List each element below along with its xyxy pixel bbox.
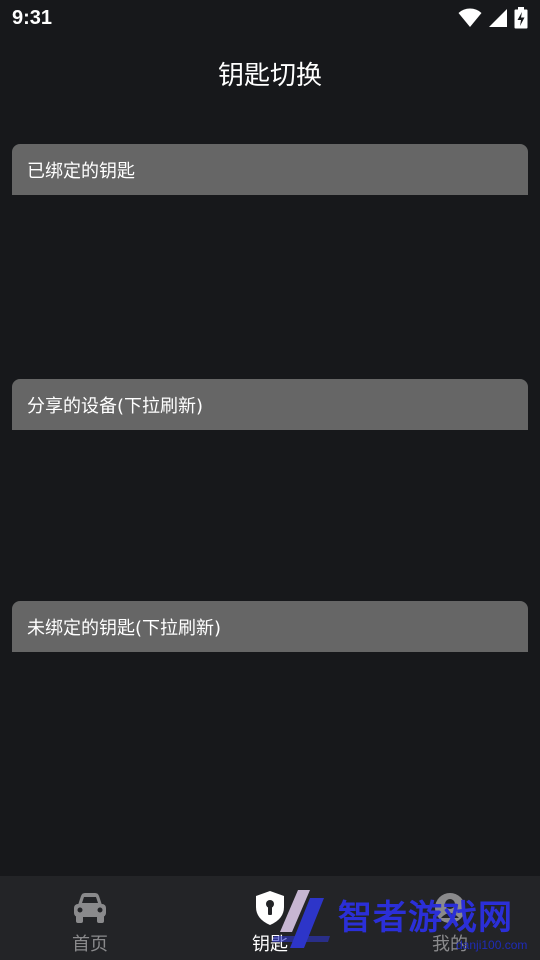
section-header-shared-devices: 分享的设备(下拉刷新) <box>12 379 528 430</box>
section-header-unbound-keys: 未绑定的钥匙(下拉刷新) <box>12 601 528 652</box>
key-shield-icon <box>250 888 290 928</box>
profile-icon <box>430 888 470 928</box>
nav-label-keys: 钥匙 <box>252 934 288 955</box>
signal-icon <box>488 8 508 28</box>
nav-label-profile: 我的 <box>432 934 468 955</box>
nav-label-home: 首页 <box>72 934 108 955</box>
status-time: 9:31 <box>12 6 53 29</box>
wifi-icon <box>458 8 482 28</box>
section-header-bound-keys: 已绑定的钥匙 <box>12 144 528 195</box>
battery-charging-icon <box>514 7 528 29</box>
page-title: 钥匙切换 <box>217 61 322 91</box>
status-bar: 9:31 <box>0 0 540 36</box>
car-icon <box>70 888 110 928</box>
nav-item-profile[interactable]: 我的 <box>360 876 540 960</box>
nav-item-home[interactable]: 首页 <box>0 876 180 960</box>
nav-item-keys[interactable]: 钥匙 <box>180 876 360 960</box>
bottom-nav: 首页 钥匙 我的 <box>0 876 540 960</box>
status-icons <box>458 7 528 29</box>
